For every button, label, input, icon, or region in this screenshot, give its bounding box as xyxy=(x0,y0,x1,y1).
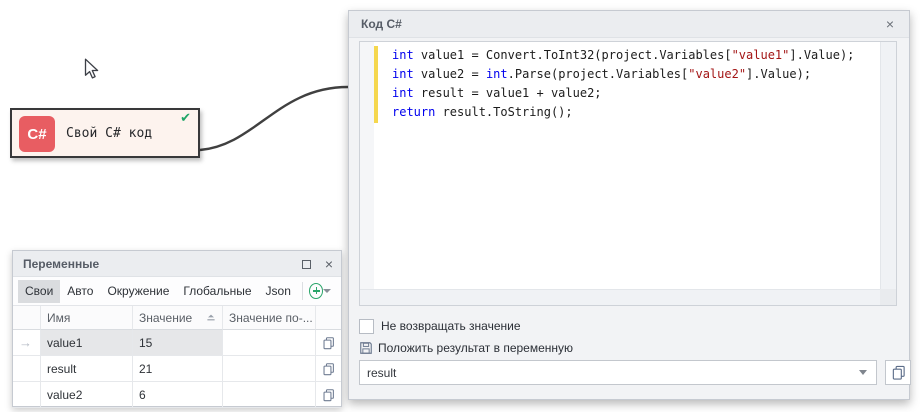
header-actions-cell xyxy=(316,306,341,330)
activity-node-csharp-code[interactable]: C# Свой C# код ✔ xyxy=(10,108,200,158)
variables-panel-close-icon[interactable]: × xyxy=(325,257,333,271)
variables-table-header: Имя Значение Значение по-... xyxy=(13,306,341,330)
code-token: return xyxy=(392,105,435,119)
editor-code-area[interactable]: int value1 = Convert.ToInt32(project.Var… xyxy=(392,46,876,122)
editor-gutter xyxy=(360,42,374,289)
csharp-code-panel: Код C# × int value1 = Convert.ToInt32(pr… xyxy=(348,10,910,400)
variable-default-cell[interactable] xyxy=(223,356,316,382)
no-return-value-row: Не возвращать значение xyxy=(359,317,521,335)
table-row[interactable]: → value1 15 xyxy=(13,330,341,356)
chevron-down-icon[interactable] xyxy=(859,370,867,375)
node-valid-check-icon: ✔ xyxy=(180,111,191,126)
result-variable-row: result xyxy=(359,360,899,386)
tab-global-variables[interactable]: Глобальные xyxy=(176,280,258,303)
code-line: return result.ToString(); xyxy=(392,103,876,122)
mouse-cursor-icon xyxy=(84,58,100,80)
editor-vertical-scrollbar[interactable] xyxy=(880,42,896,289)
variables-tab-bar: Свои Авто Окружение Глобальные Json xyxy=(13,277,341,306)
variable-value-cell[interactable]: 6 xyxy=(133,382,223,408)
sort-ascending-icon xyxy=(206,313,216,323)
editor-scrollbar-corner xyxy=(880,289,896,305)
tab-json-variables[interactable]: Json xyxy=(259,280,298,303)
table-row[interactable]: value2 6 xyxy=(13,382,341,408)
variable-default-cell[interactable] xyxy=(223,330,316,356)
variable-name-cell[interactable]: value2 xyxy=(41,382,133,408)
row-focus-cell: → xyxy=(13,330,41,356)
copy-pages-icon xyxy=(322,336,335,350)
header-value-label: Значение xyxy=(139,311,192,325)
table-row[interactable]: result 21 xyxy=(13,356,341,382)
variable-default-cell[interactable] xyxy=(223,382,316,408)
store-result-row: Положить результат в переменную xyxy=(359,340,573,356)
code-token: ].Value); xyxy=(789,48,854,62)
code-editor[interactable]: int value1 = Convert.ToInt32(project.Var… xyxy=(359,41,897,306)
activity-node-label: Свой C# код xyxy=(66,110,152,156)
code-token: ].Value); xyxy=(746,67,811,81)
copy-variable-cell[interactable] xyxy=(316,382,341,408)
code-token: int xyxy=(392,86,414,100)
copy-variable-cell[interactable] xyxy=(316,356,341,382)
code-token: result = value1 + value2; xyxy=(414,86,602,100)
variable-name-cell[interactable]: result xyxy=(41,356,133,382)
no-return-value-checkbox[interactable] xyxy=(359,319,374,334)
tab-environment-variables[interactable]: Окружение xyxy=(100,280,176,303)
code-token: "value2" xyxy=(688,67,746,81)
variables-panel: Переменные × Свои Авто Окружение Глобаль… xyxy=(12,250,342,407)
code-line: int value2 = int.Parse(project.Variables… xyxy=(392,65,876,84)
code-panel-close-icon[interactable]: × xyxy=(881,15,899,33)
copy-pages-icon xyxy=(322,388,335,402)
code-line: int result = value1 + value2; xyxy=(392,84,876,103)
copy-variable-cell[interactable] xyxy=(316,330,341,356)
result-variable-combobox[interactable]: result xyxy=(359,360,877,385)
variable-name-cell[interactable]: value1 xyxy=(41,330,133,356)
code-panel-title: Код C# xyxy=(361,17,402,31)
variable-value-cell[interactable]: 15 xyxy=(133,330,223,356)
maximize-icon[interactable] xyxy=(302,260,311,269)
store-result-label: Положить результат в переменную xyxy=(378,341,573,355)
code-token: result.ToString(); xyxy=(435,105,572,119)
code-line: int value1 = Convert.ToInt32(project.Var… xyxy=(392,46,876,65)
pick-variable-button[interactable] xyxy=(885,360,911,385)
csharp-node-icon: C# xyxy=(19,116,55,152)
code-token: int xyxy=(486,67,508,81)
variables-panel-title: Переменные xyxy=(23,257,99,271)
copy-pages-icon xyxy=(891,365,906,380)
tab-auto-variables[interactable]: Авто xyxy=(60,280,100,303)
code-token: .Parse(project.Variables[ xyxy=(508,67,689,81)
no-return-value-label: Не возвращать значение xyxy=(381,319,521,333)
tab-own-variables[interactable]: Свои xyxy=(18,280,60,303)
chevron-down-icon[interactable] xyxy=(323,289,331,293)
code-token: value2 = xyxy=(414,67,486,81)
header-default-value[interactable]: Значение по-... xyxy=(223,306,316,330)
variable-value-cell[interactable]: 21 xyxy=(133,356,223,382)
add-variable-icon[interactable] xyxy=(309,283,323,299)
header-indicator-cell xyxy=(13,306,41,330)
editor-horizontal-scrollbar[interactable] xyxy=(360,289,880,305)
copy-pages-icon xyxy=(322,362,335,376)
row-focus-cell xyxy=(13,356,41,382)
row-focus-arrow-icon: → xyxy=(19,335,32,350)
variables-panel-titlebar[interactable]: Переменные × xyxy=(13,251,341,277)
variables-table: Имя Значение Значение по-... → value1 15 xyxy=(13,306,341,406)
result-variable-value: result xyxy=(367,366,859,380)
header-name[interactable]: Имя xyxy=(41,306,133,330)
tab-separator xyxy=(302,282,303,300)
row-focus-cell xyxy=(13,382,41,408)
save-icon xyxy=(359,341,373,355)
workflow-designer-canvas: C# Свой C# код ✔ Код C# × int value1 = C… xyxy=(0,0,920,412)
code-token: int xyxy=(392,48,414,62)
editor-changed-lines-bar xyxy=(374,46,378,123)
code-panel-titlebar: Код C# × xyxy=(349,11,909,38)
code-token: "value1" xyxy=(732,48,790,62)
code-token: value1 = Convert.ToInt32(project.Variabl… xyxy=(414,48,732,62)
code-token: int xyxy=(392,67,414,81)
header-value[interactable]: Значение xyxy=(133,306,223,330)
